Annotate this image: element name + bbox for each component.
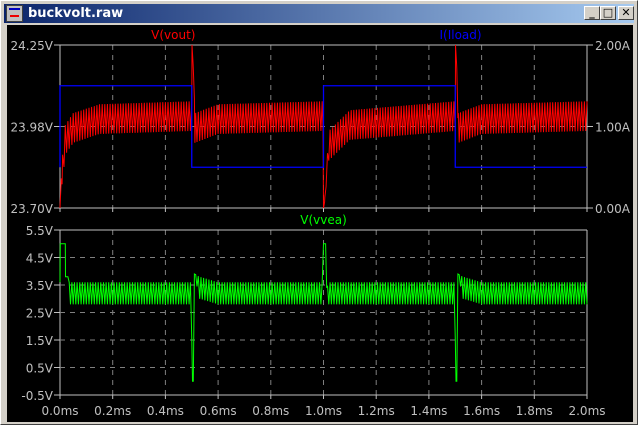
x-tick-label: 1.4ms	[410, 404, 447, 418]
y-tick-label-left: 23.70V	[10, 202, 53, 216]
y-tick-label-right: 0.00A	[595, 202, 631, 216]
y-tick-label-right: 2.00A	[595, 39, 631, 53]
x-tick-label: 0.8ms	[252, 404, 289, 418]
y-tick-label-left: 23.98V	[10, 121, 53, 135]
y-tick-label-left: 5.5V	[26, 224, 54, 238]
ltspice-waveform-icon	[6, 5, 23, 22]
x-tick-label: 0.6ms	[200, 404, 237, 418]
x-tick-label: 1.2ms	[358, 404, 395, 418]
legend-v-vvea: V(vvea)	[300, 213, 347, 227]
y-tick-label-left: 2.5V	[26, 307, 54, 321]
y-tick-label-left: 4.5V	[26, 252, 54, 266]
x-tick-label: 1.8ms	[516, 404, 553, 418]
legend-v-vout: V(vout)	[151, 28, 195, 42]
y-tick-label-left: 24.25V	[10, 39, 53, 53]
close-button[interactable]: ✕	[618, 6, 634, 20]
y-tick-label-left: -0.5V	[21, 389, 53, 403]
x-tick-label: 0.2ms	[94, 404, 131, 418]
x-tick-label: 1.0ms	[305, 404, 342, 418]
x-tick-label: 0.0ms	[41, 404, 78, 418]
title-bar[interactable]: buckvolt.raw _ □ ✕	[4, 4, 634, 23]
y-tick-label-left: 1.5V	[26, 334, 54, 348]
window-title: buckvolt.raw	[28, 6, 124, 21]
x-tick-label: 1.6ms	[463, 404, 500, 418]
legend-i-iload: I(Iload)	[439, 28, 481, 42]
waveform-window: buckvolt.raw _ □ ✕ 0.0ms 0.2ms 0.4ms 0.6ms 0…	[0, 0, 638, 425]
waveform-plot[interactable]: 0.0ms 0.2ms 0.4ms 0.6ms 0.8ms 1.0ms 1.2ms 1.4ms…	[7, 25, 633, 422]
y-tick-label-right: 1.00A	[595, 121, 631, 135]
trace-i-iload	[59, 85, 587, 168]
minimize-button[interactable]: _	[584, 6, 600, 20]
x-tick-label: 0.4ms	[147, 404, 184, 418]
y-tick-label-left: 3.5V	[26, 279, 54, 293]
x-tick-label: 2.0ms	[568, 404, 605, 418]
plot-area[interactable]: 0.0ms 0.2ms 0.4ms 0.6ms 0.8ms 1.0ms 1.2ms 1.4ms…	[7, 25, 633, 422]
maximize-button[interactable]: □	[600, 6, 616, 20]
y-tick-label-left: 0.5V	[26, 362, 54, 376]
